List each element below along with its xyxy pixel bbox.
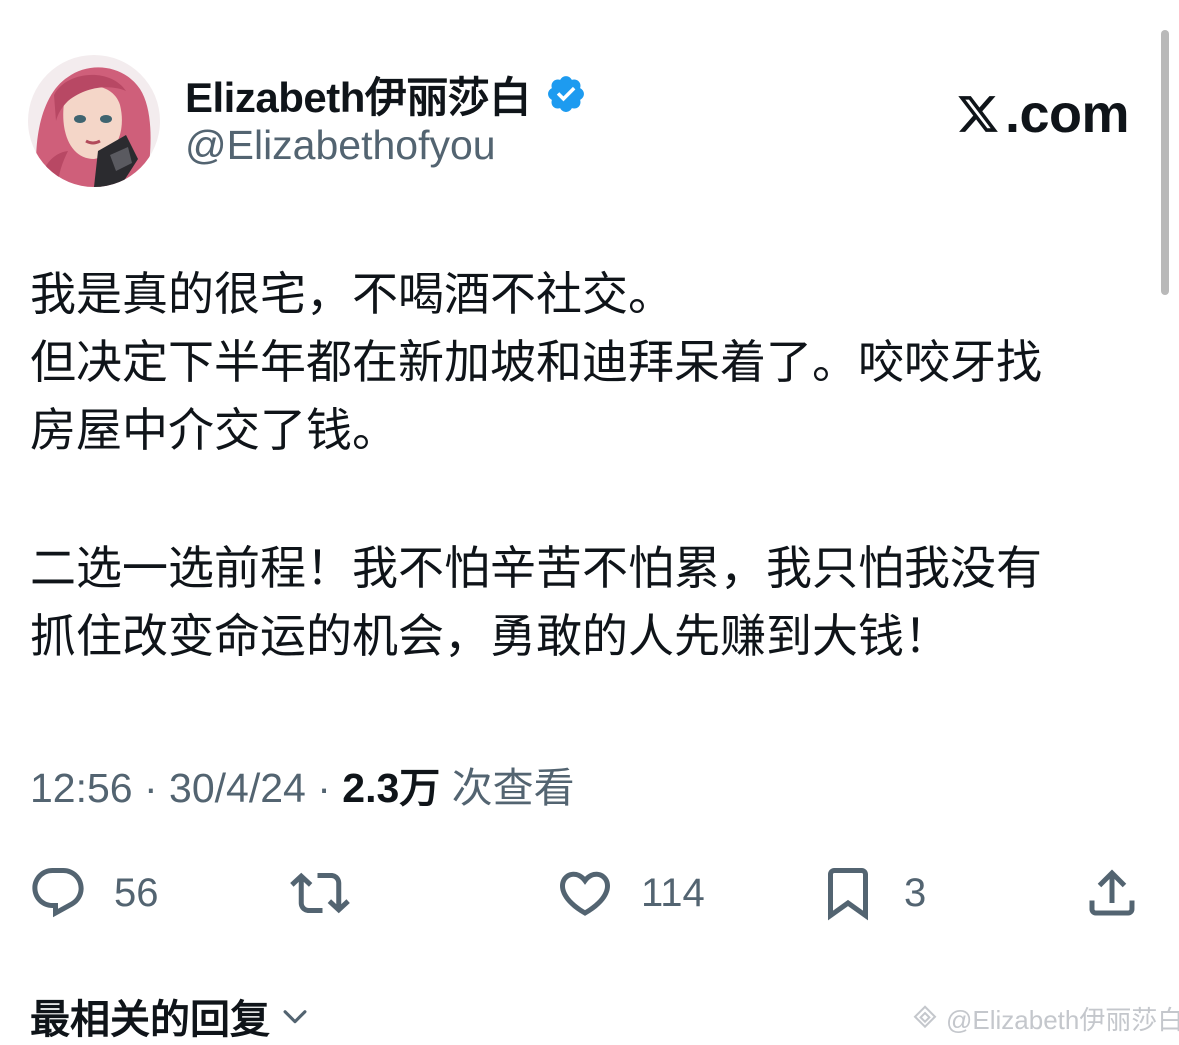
verified-badge-icon (547, 76, 584, 112)
weibo-logo-icon (913, 1005, 937, 1029)
share-icon (1089, 869, 1135, 916)
avatar-image (28, 55, 160, 187)
action-bar: 56 114 3 (0, 858, 1179, 928)
reply-sort-label[interactable]: 最相关的回复 (30, 987, 270, 1045)
tweet-date[interactable]: 30/4/24 (169, 765, 306, 811)
like-button[interactable]: 114 (555, 858, 705, 928)
like-count: 114 (641, 870, 705, 915)
meta-separator: · (132, 765, 170, 811)
reply-count: 56 (114, 870, 159, 915)
tweet-text: 我是真的很宅，不喝酒不社交。 但决定下半年都在新加坡和迪拜呆着了。咬咬牙找 房屋… (30, 260, 1160, 670)
tweet-text-line: 抓住改变命运的机会，勇敢的人先赚到大钱！ (30, 610, 950, 662)
author-display-name[interactable]: Elizabeth伊丽莎白 (185, 64, 531, 125)
reply-sort-dropdown[interactable]: 最相关的回复 (30, 988, 312, 1044)
brand-domain-text: .com (1005, 84, 1130, 144)
share-button[interactable] (1082, 858, 1142, 928)
tweet-text-line: 但决定下半年都在新加坡和迪拜呆着了。咬咬牙找 (30, 336, 1042, 388)
repost-button[interactable] (290, 858, 350, 928)
brand-logo: .com (955, 84, 1130, 144)
watermark-text: @Elizabeth伊丽莎白 (946, 1004, 1179, 1035)
meta-separator: · (305, 765, 343, 811)
reply-button[interactable]: 56 (28, 858, 159, 928)
author-name-row[interactable]: Elizabeth伊丽莎白 (185, 66, 587, 122)
tweet-text-line: 我是真的很宅，不喝酒不社交。 (30, 268, 674, 320)
tweet-text-line: 房屋中介交了钱。 (30, 404, 398, 456)
views-count[interactable]: 2.3万 (342, 765, 440, 811)
scrollbar[interactable] (1161, 30, 1169, 295)
tweet-time[interactable]: 12:56 (30, 765, 133, 811)
bookmark-count: 3 (904, 870, 927, 915)
avatar[interactable] (28, 55, 160, 187)
views-label[interactable]: 次查看 (440, 765, 575, 811)
repost-icon (290, 872, 350, 914)
bookmark-button[interactable]: 3 (818, 858, 926, 928)
author-handle[interactable]: @Elizabethofyou (185, 122, 496, 169)
tweet-meta: 12:56 · 30/4/24 · 2.3万 次查看 (30, 760, 575, 816)
heart-icon (559, 871, 611, 916)
watermark: @Elizabeth伊丽莎白 (910, 1000, 1179, 1036)
reply-icon (32, 868, 84, 918)
x-logo-icon (958, 96, 998, 132)
bookmark-icon (828, 868, 868, 921)
tweet-text-line: 二选一选前程！我不怕辛苦不怕累，我只怕我没有 (30, 542, 1042, 594)
chevron-down-icon (283, 1010, 307, 1024)
